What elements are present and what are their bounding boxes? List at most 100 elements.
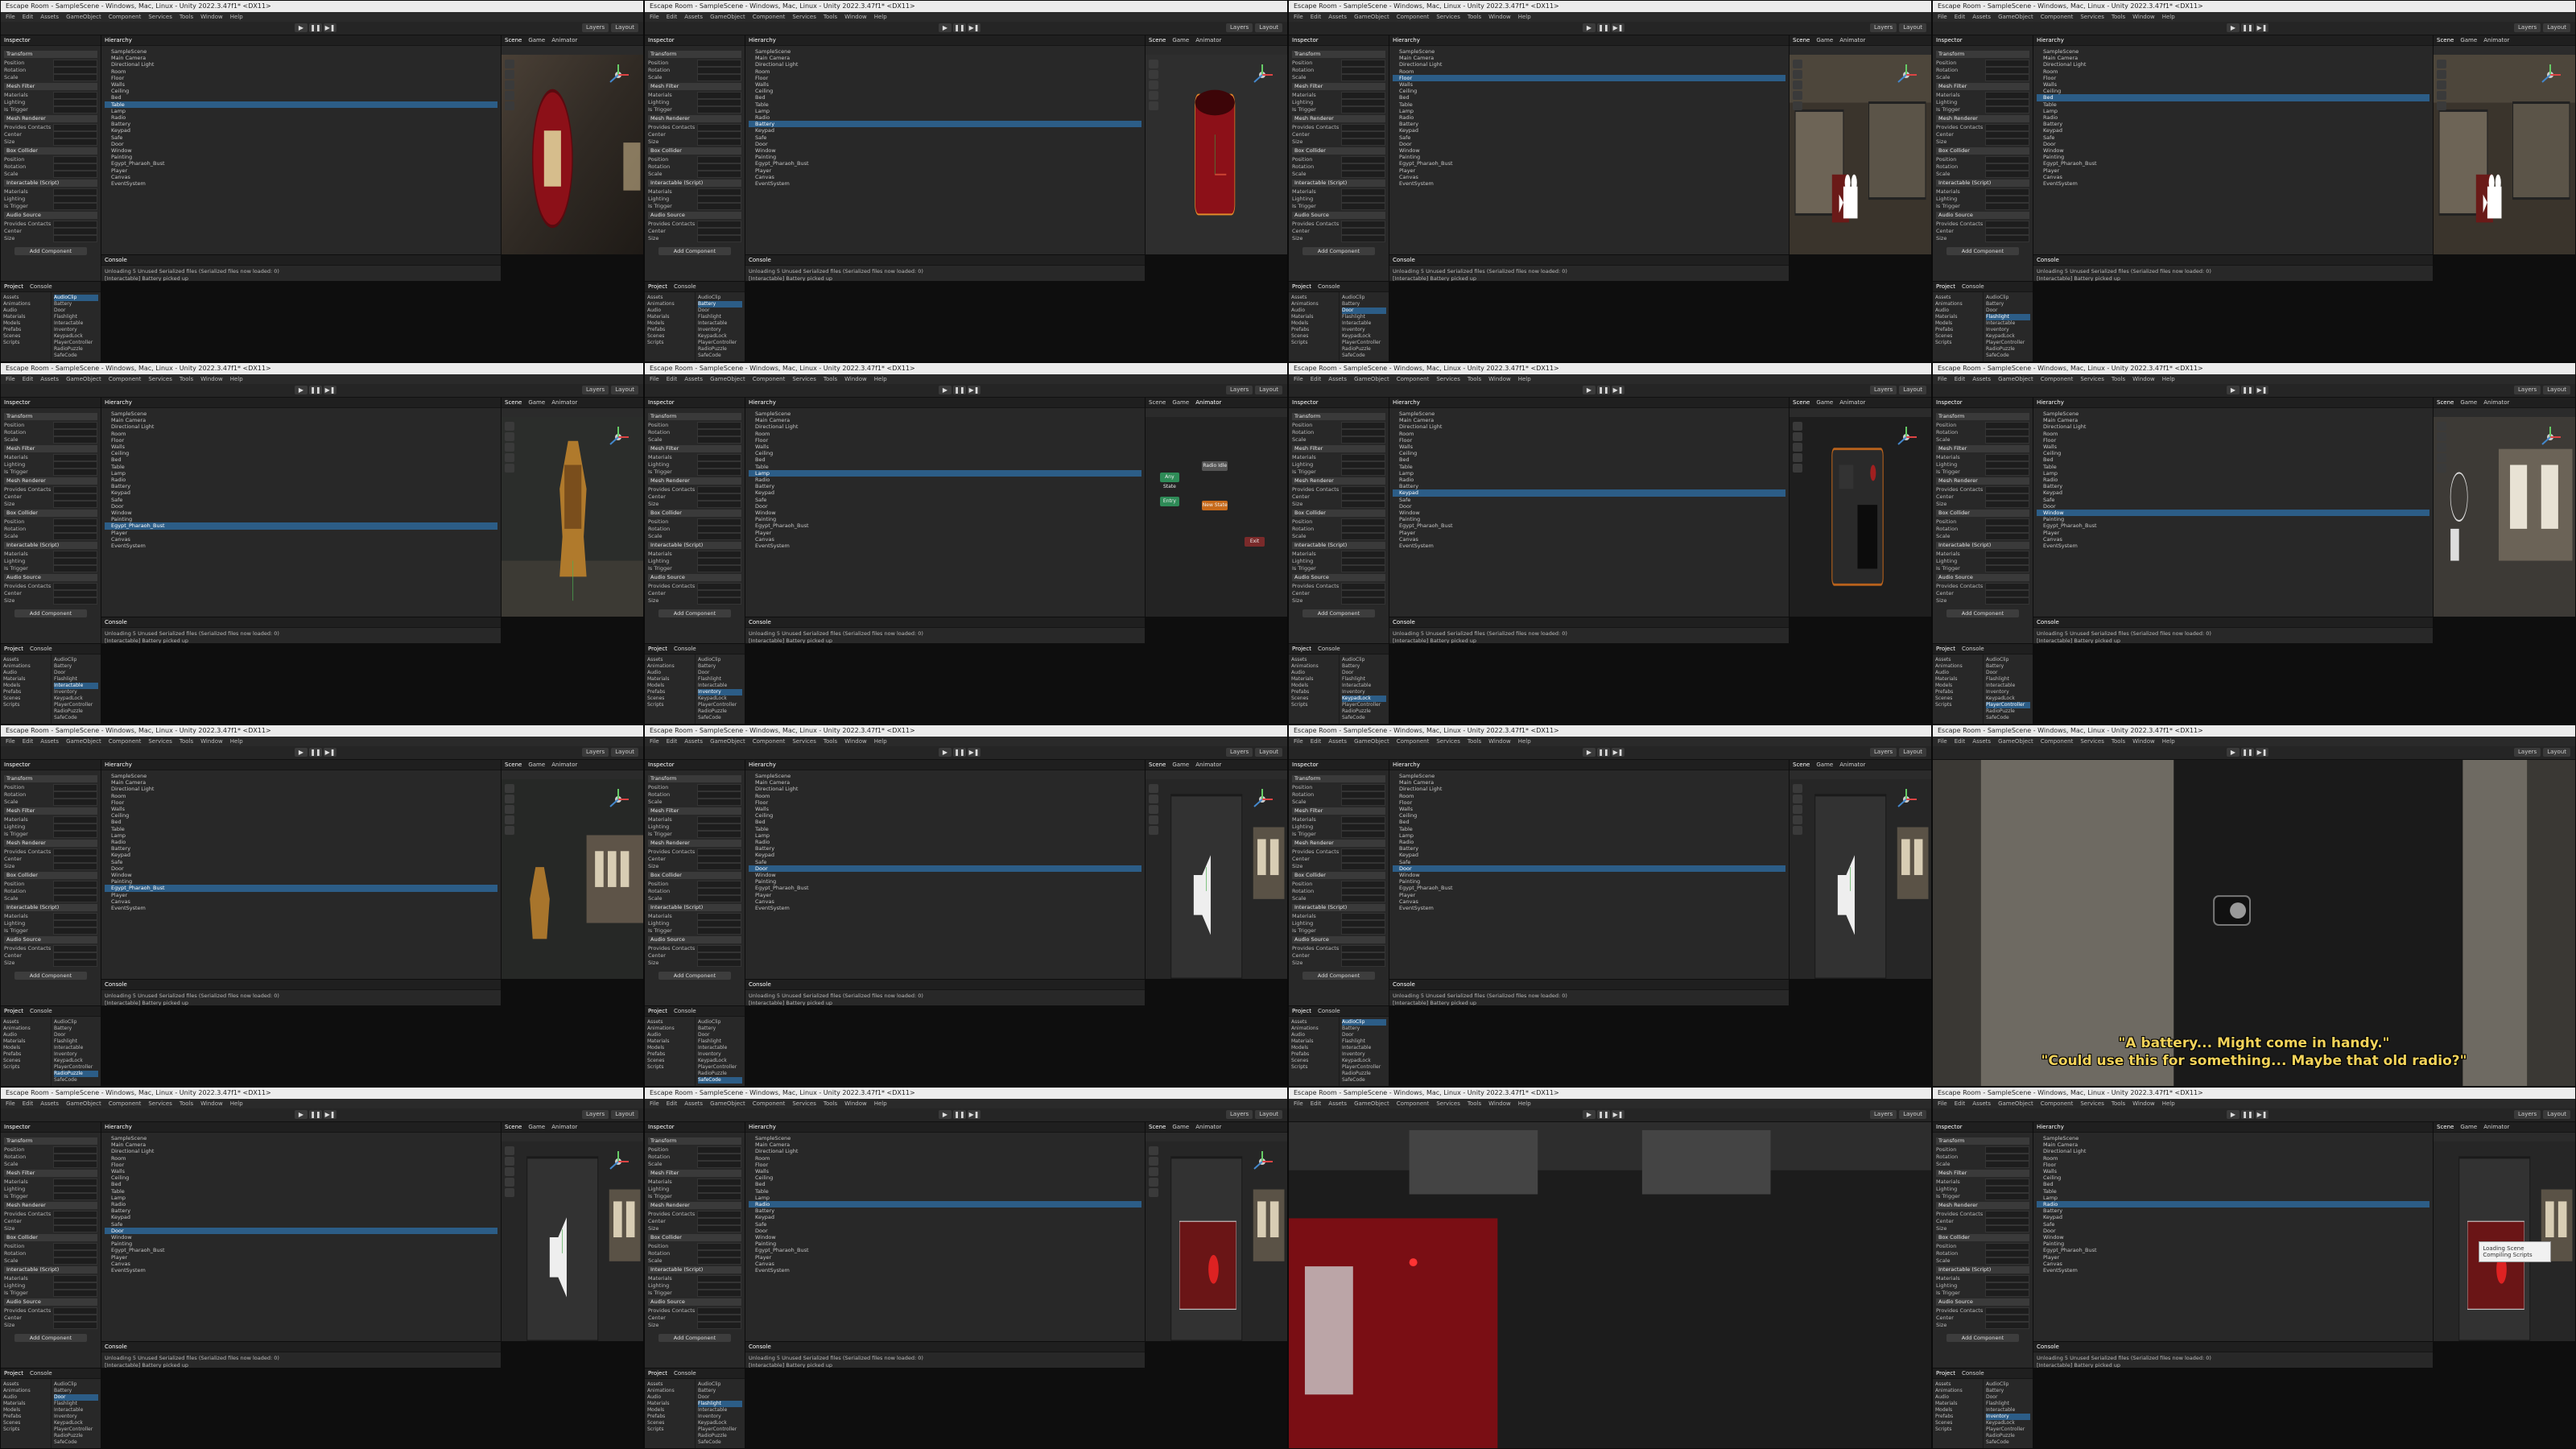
folder-item[interactable]: Assets: [1291, 295, 1336, 301]
hierarchy-item[interactable]: Floor: [749, 75, 1141, 81]
orientation-gizmo-icon[interactable]: [1250, 1150, 1274, 1174]
hierarchy-item[interactable]: EventSystem: [105, 1267, 497, 1274]
property-field[interactable]: [53, 784, 97, 791]
console-message[interactable]: Unloading 5 Unused Serialized files (Ser…: [749, 268, 1141, 275]
folder-item[interactable]: Prefabs: [3, 1414, 48, 1420]
hierarchy-item[interactable]: Lamp: [105, 1195, 497, 1201]
hierarchy-item[interactable]: Door: [2037, 1228, 2429, 1234]
folder-item[interactable]: Scenes: [647, 333, 692, 340]
play-icon[interactable]: ▶: [2227, 748, 2240, 757]
move-tool-icon[interactable]: [1793, 432, 1802, 441]
property-field[interactable]: [697, 1211, 741, 1218]
property-field[interactable]: [697, 583, 741, 590]
component-header[interactable]: Box Collider: [4, 872, 97, 879]
property-field[interactable]: [53, 816, 97, 824]
property-field[interactable]: [697, 493, 741, 501]
pause-icon[interactable]: ❚❚: [309, 1110, 322, 1119]
hierarchy-item[interactable]: Directional Light: [749, 423, 1141, 430]
property-field[interactable]: [1985, 1275, 2029, 1282]
toolbar-dropdown[interactable]: Layers: [2514, 748, 2541, 757]
scale-tool-icon[interactable]: [2437, 453, 2446, 462]
folder-item[interactable]: Models: [1935, 1407, 1980, 1414]
menu-item[interactable]: Tools: [824, 738, 837, 745]
tab-game[interactable]: Game: [1816, 399, 1833, 406]
game-view[interactable]: [1289, 1122, 1931, 1448]
property-field[interactable]: [1985, 156, 2029, 163]
hierarchy-item[interactable]: Lamp: [1393, 108, 1785, 114]
scale-tool-icon[interactable]: [505, 453, 514, 462]
console-message[interactable]: [Interactable] Battery picked up: [749, 1362, 1141, 1368]
property-field[interactable]: [1985, 1161, 2029, 1168]
tab-hierarchy[interactable]: Hierarchy: [105, 762, 132, 768]
hierarchy-item[interactable]: Floor: [1393, 437, 1785, 444]
property-field[interactable]: [1341, 824, 1385, 831]
property-field[interactable]: [697, 1218, 741, 1225]
property-field[interactable]: [53, 1179, 97, 1186]
folder-item[interactable]: Assets: [1291, 1019, 1336, 1026]
hierarchy-item[interactable]: Door: [2037, 141, 2429, 147]
menu-item[interactable]: Help: [874, 738, 887, 745]
folder-item[interactable]: Audio: [647, 1032, 692, 1038]
folder-item[interactable]: Materials: [1935, 314, 1980, 320]
toolbar-dropdown[interactable]: Layout: [1255, 386, 1282, 394]
component-header[interactable]: Mesh Filter: [4, 1170, 97, 1177]
component-header[interactable]: Mesh Filter: [648, 807, 741, 815]
component-header[interactable]: Box Collider: [1936, 1234, 2029, 1241]
add-component-button[interactable]: Add Component: [14, 1334, 87, 1342]
toolbar-dropdown[interactable]: Layers: [2514, 1110, 2541, 1119]
step-icon[interactable]: ▶❚: [968, 386, 980, 394]
file-item[interactable]: KeypadLock: [1986, 696, 2030, 702]
tab-animator[interactable]: Animator: [1195, 399, 1221, 406]
hierarchy-item[interactable]: Ceiling: [1393, 812, 1785, 819]
property-field[interactable]: [1985, 501, 2029, 508]
menu-item[interactable]: Edit: [23, 1100, 34, 1107]
hierarchy-item[interactable]: Room: [2037, 68, 2429, 75]
component-header[interactable]: Interactable (Script): [1936, 542, 2029, 549]
play-icon[interactable]: ▶: [295, 748, 308, 757]
menu-item[interactable]: Assets: [684, 14, 703, 20]
component-header[interactable]: Mesh Renderer: [1936, 477, 2029, 485]
menu-item[interactable]: File: [1294, 14, 1303, 20]
hierarchy-item[interactable]: Player: [749, 530, 1141, 536]
file-item[interactable]: AudioClip: [1986, 295, 2030, 301]
hierarchy-item[interactable]: Battery: [1393, 845, 1785, 852]
hierarchy-item[interactable]: Directional Light: [105, 61, 497, 68]
file-item[interactable]: Door: [1342, 308, 1386, 314]
tab-project[interactable]: Project: [1292, 646, 1311, 652]
hierarchy-item[interactable]: Bed: [749, 456, 1141, 463]
property-field[interactable]: [1341, 486, 1385, 493]
folder-item[interactable]: Prefabs: [1935, 1414, 1980, 1420]
file-item[interactable]: Door: [698, 308, 742, 314]
menu-item[interactable]: File: [6, 14, 15, 20]
menu-item[interactable]: GameObject: [66, 376, 101, 382]
property-field[interactable]: [53, 952, 97, 960]
menu-item[interactable]: Assets: [1328, 1100, 1347, 1107]
property-field[interactable]: [1985, 1146, 2029, 1154]
folder-item[interactable]: Scenes: [3, 696, 48, 702]
tab-game[interactable]: Game: [2460, 399, 2477, 406]
hand-tool-icon[interactable]: [505, 784, 514, 793]
hierarchy-item[interactable]: Battery: [2037, 121, 2429, 127]
hierarchy-item[interactable]: Safe: [749, 859, 1141, 865]
property-field[interactable]: [1985, 163, 2029, 171]
hierarchy-item[interactable]: Keypad: [2037, 1214, 2429, 1220]
menu-item[interactable]: File: [6, 738, 15, 745]
console-message[interactable]: [Interactable] Battery picked up: [105, 638, 497, 643]
hierarchy-item[interactable]: Safe: [2037, 134, 2429, 141]
folder-item[interactable]: Assets: [3, 295, 48, 301]
folder-item[interactable]: Animations: [1291, 1026, 1336, 1032]
toolbar-dropdown[interactable]: Layers: [2514, 23, 2541, 32]
tab-console[interactable]: Console: [674, 1008, 696, 1014]
menu-item[interactable]: Window: [2132, 1100, 2155, 1107]
hierarchy-item[interactable]: Painting: [749, 516, 1141, 522]
tab-game[interactable]: Game: [528, 399, 545, 406]
hierarchy-item[interactable]: Keypad: [749, 489, 1141, 496]
component-header[interactable]: Mesh Filter: [1936, 1170, 2029, 1177]
property-field[interactable]: [697, 188, 741, 196]
hierarchy-item[interactable]: SampleScene: [749, 411, 1141, 417]
hierarchy-item[interactable]: EventSystem: [749, 180, 1141, 187]
hierarchy-item[interactable]: Safe: [749, 134, 1141, 141]
play-icon[interactable]: ▶: [1583, 748, 1596, 757]
move-tool-icon[interactable]: [505, 795, 514, 803]
property-field[interactable]: [53, 454, 97, 461]
